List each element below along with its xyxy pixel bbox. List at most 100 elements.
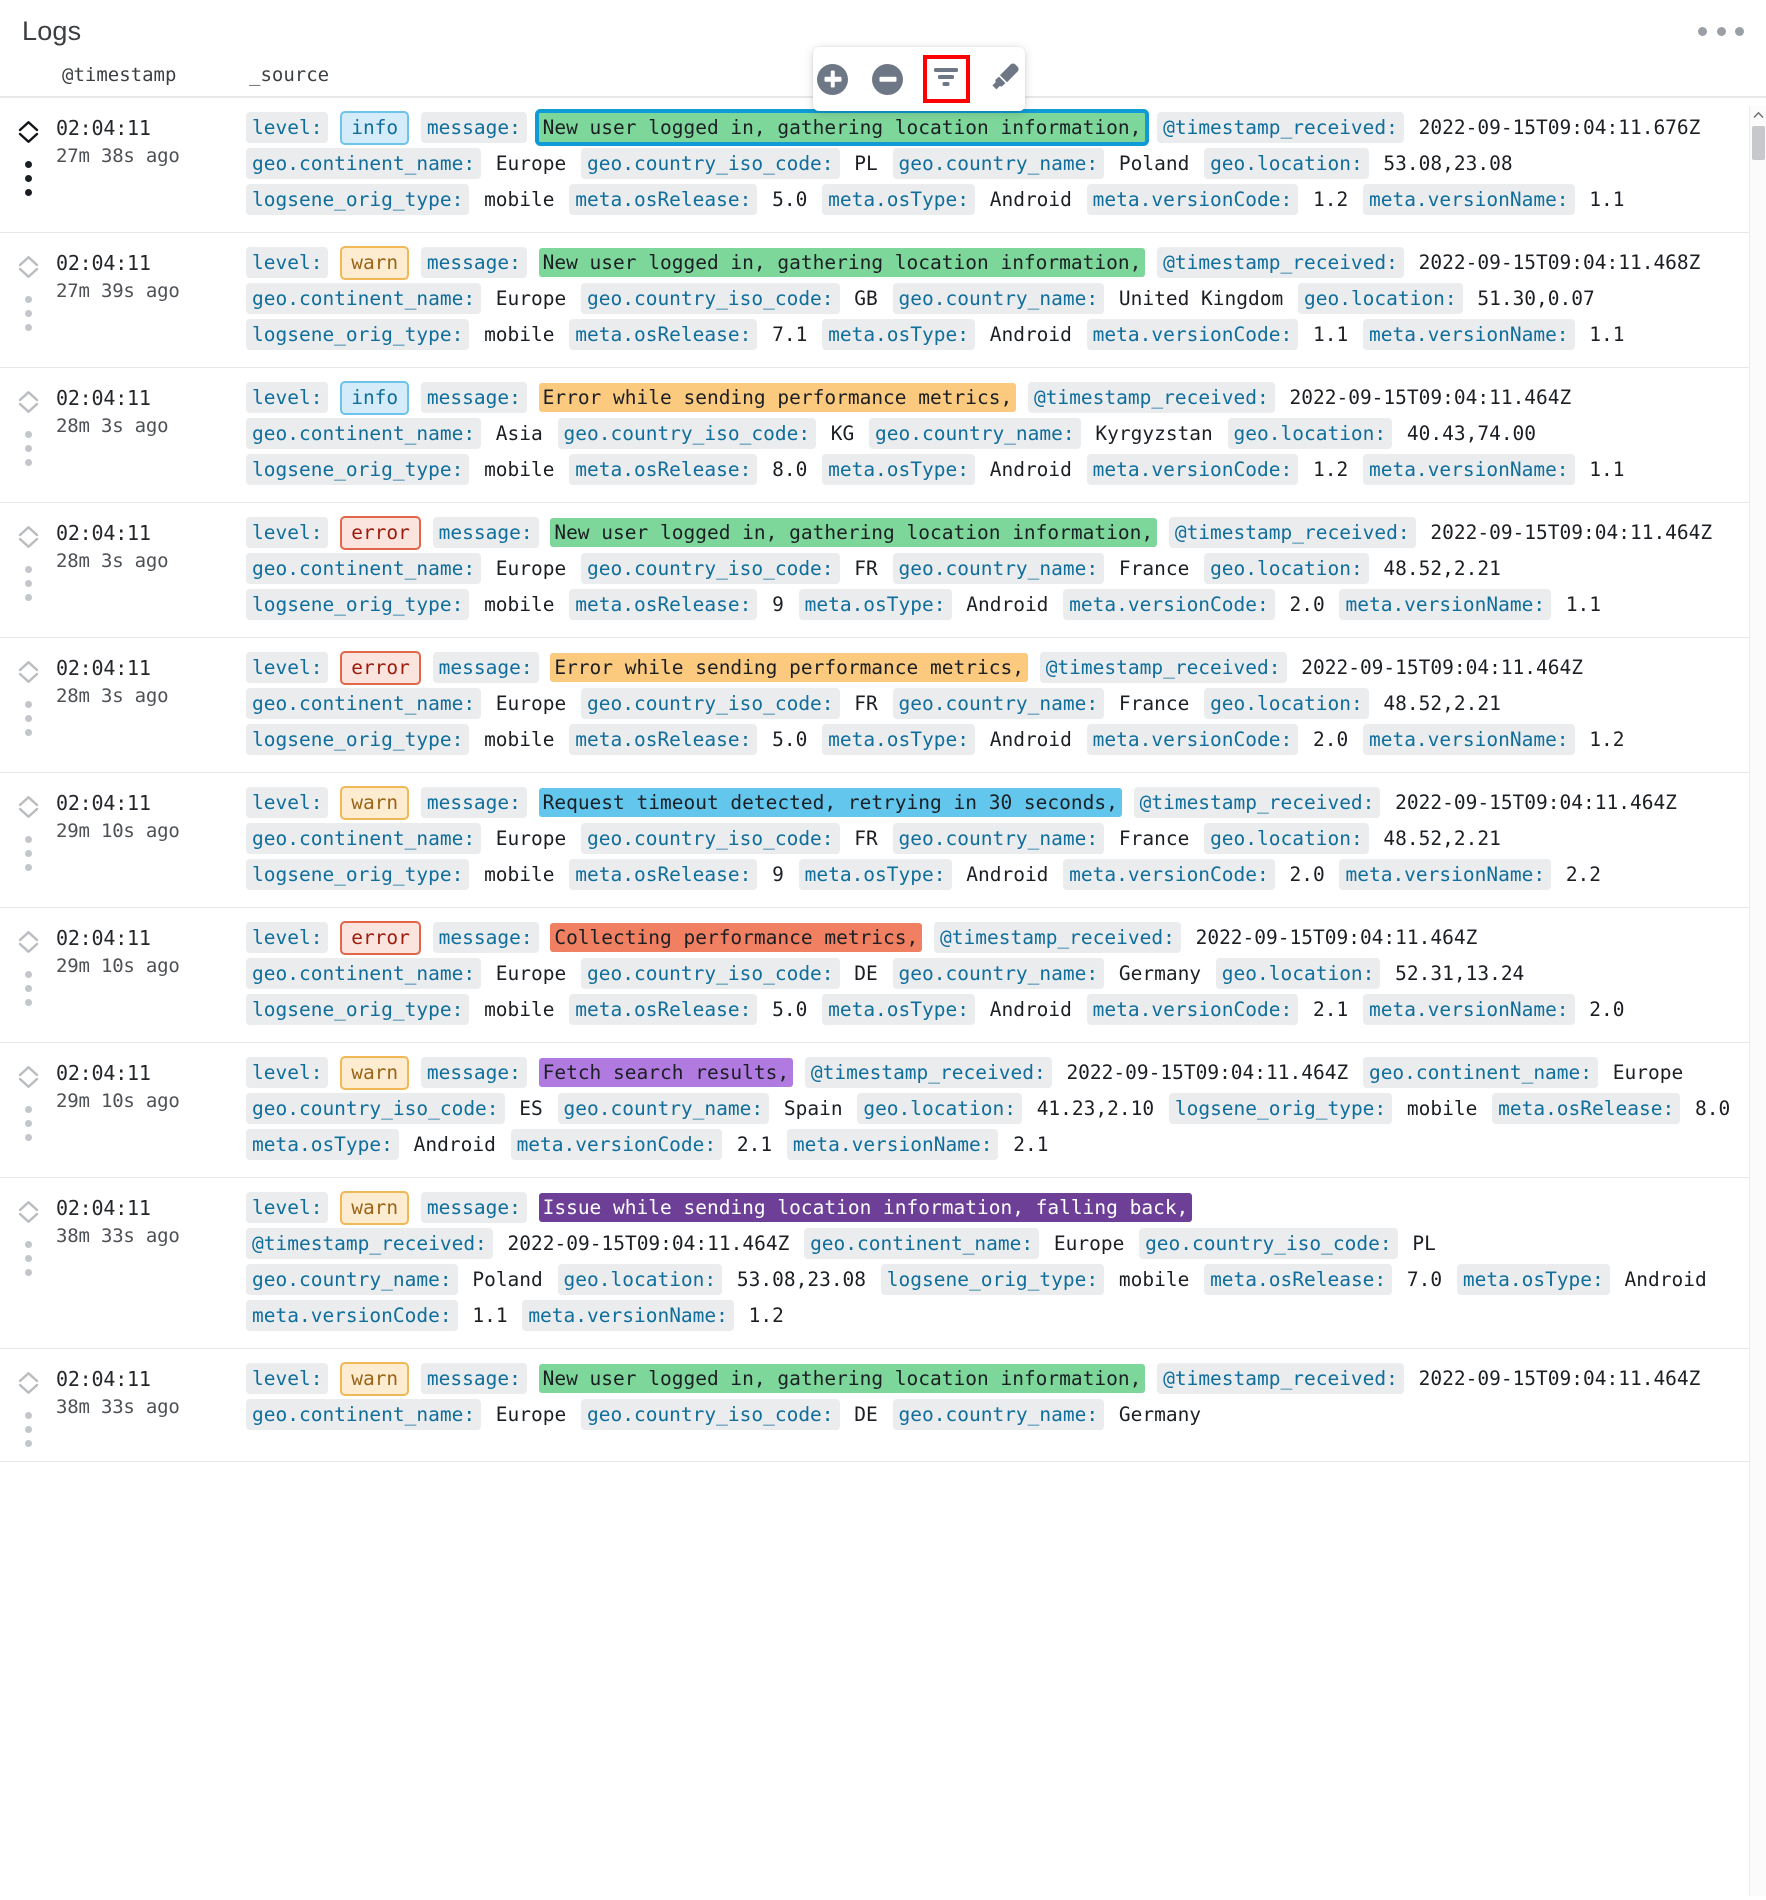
field-label[interactable]: meta.versionCode: — [510, 1129, 723, 1160]
row-expand-toggle[interactable] — [18, 1371, 39, 1395]
row-more-actions-button[interactable] — [24, 296, 32, 331]
field-label[interactable]: meta.versionName: — [1362, 724, 1575, 755]
table-row[interactable]: 02:04:11 27m 39s ago level: warn message: … — [0, 233, 1766, 368]
highlight-button[interactable] — [985, 59, 1025, 99]
field-label[interactable]: meta.versionName: — [1339, 589, 1552, 620]
field-label[interactable]: meta.osRelease: — [569, 184, 758, 215]
chevron-up-icon[interactable] — [18, 390, 39, 402]
chevron-down-icon[interactable] — [18, 537, 39, 549]
chevron-up-icon[interactable] — [18, 660, 39, 672]
field-label-level[interactable]: level: — [246, 652, 329, 683]
field-label-level[interactable]: level: — [246, 1192, 329, 1223]
field-label[interactable]: meta.osType: — [246, 1129, 399, 1160]
field-label[interactable]: geo.country_iso_code: — [581, 553, 840, 584]
field-label[interactable]: meta.versionCode: — [1086, 184, 1299, 215]
field-label[interactable]: logsene_orig_type: — [880, 1264, 1105, 1295]
field-label[interactable]: meta.osRelease: — [569, 994, 758, 1025]
row-expand-toggle[interactable] — [18, 120, 39, 144]
field-label[interactable]: geo.continent_name: — [246, 418, 482, 449]
field-label[interactable]: @timestamp_received: — [1039, 652, 1287, 683]
field-label[interactable]: geo.location: — [1204, 688, 1369, 719]
log-level-badge[interactable]: warn — [340, 786, 410, 820]
field-label[interactable]: geo.location: — [1297, 283, 1463, 314]
field-label[interactable]: meta.osRelease: — [569, 859, 758, 890]
table-row[interactable]: 02:04:11 38m 33s ago level: warn message: … — [0, 1349, 1766, 1462]
table-row[interactable]: 02:04:11 27m 38s ago level: info message: … — [0, 98, 1766, 233]
log-level-badge[interactable]: error — [340, 921, 421, 955]
field-label[interactable]: meta.osType: — [822, 319, 975, 350]
chevron-down-icon[interactable] — [18, 807, 39, 819]
chevron-down-icon[interactable] — [18, 1077, 39, 1089]
field-label[interactable]: @timestamp_received: — [804, 1057, 1052, 1088]
table-row[interactable]: 02:04:11 28m 3s ago level: error message: … — [0, 503, 1766, 638]
log-level-badge[interactable]: warn — [340, 246, 410, 280]
table-row[interactable]: 02:04:11 28m 3s ago level: error message: … — [0, 638, 1766, 773]
field-label[interactable]: meta.osType: — [822, 184, 975, 215]
row-expand-toggle[interactable] — [18, 1200, 39, 1224]
field-label[interactable]: logsene_orig_type: — [246, 589, 470, 620]
log-level-badge[interactable]: info — [340, 111, 410, 145]
scrollbar-thumb[interactable] — [1752, 126, 1765, 160]
panel-overflow-menu-button[interactable] — [1698, 22, 1744, 40]
chevron-up-icon[interactable] — [18, 525, 39, 537]
field-label[interactable]: geo.location: — [1227, 418, 1393, 449]
field-label[interactable]: meta.versionName: — [1362, 454, 1575, 485]
row-expand-toggle[interactable] — [18, 795, 39, 819]
field-label[interactable]: meta.versionCode: — [1086, 994, 1299, 1025]
field-label-message[interactable]: message: — [432, 517, 539, 548]
chevron-down-icon[interactable] — [18, 1212, 39, 1224]
chevron-down-icon[interactable] — [18, 267, 39, 279]
field-label[interactable]: geo.country_iso_code: — [246, 1093, 505, 1124]
filter-button[interactable] — [922, 55, 971, 103]
row-expand-toggle[interactable] — [18, 525, 39, 549]
field-label-message[interactable]: message: — [420, 1192, 527, 1223]
field-label-message[interactable]: message: — [420, 382, 527, 413]
field-label-level[interactable]: level: — [246, 1057, 329, 1088]
field-label[interactable]: geo.country_iso_code: — [581, 958, 840, 989]
chevron-down-icon[interactable] — [18, 942, 39, 954]
field-label[interactable]: geo.continent_name: — [1362, 1057, 1599, 1088]
log-message-highlight[interactable]: New user logged in, gathering location i… — [538, 248, 1146, 277]
field-label[interactable]: geo.continent_name: — [246, 823, 482, 854]
row-more-actions-button[interactable] — [24, 971, 32, 1006]
field-label[interactable]: meta.osType: — [1456, 1264, 1610, 1295]
log-message-highlight[interactable]: Error while sending performance metrics, — [550, 653, 1028, 682]
field-label[interactable]: logsene_orig_type: — [246, 184, 470, 215]
row-more-actions-button[interactable] — [24, 161, 32, 196]
field-label[interactable]: geo.location: — [857, 1093, 1022, 1124]
field-label[interactable]: @timestamp_received: — [1133, 787, 1381, 818]
field-label[interactable]: meta.osType: — [798, 589, 952, 620]
field-label[interactable]: logsene_orig_type: — [246, 994, 470, 1025]
field-label[interactable]: geo.continent_name: — [246, 148, 482, 179]
chevron-up-icon[interactable] — [18, 930, 39, 942]
row-more-actions-button[interactable] — [24, 1241, 32, 1276]
row-expand-toggle[interactable] — [18, 930, 39, 954]
field-label[interactable]: @timestamp_received: — [1157, 1363, 1404, 1394]
field-label[interactable]: @timestamp_received: — [1168, 517, 1416, 548]
field-label[interactable]: meta.versionName: — [786, 1129, 999, 1160]
field-label[interactable]: meta.versionName: — [1362, 994, 1575, 1025]
field-label[interactable]: @timestamp_received: — [1027, 382, 1275, 413]
chevron-up-icon[interactable] — [18, 1371, 39, 1383]
log-message-highlight[interactable]: New user logged in, gathering location i… — [538, 113, 1146, 142]
field-label[interactable]: geo.location: — [1215, 958, 1381, 989]
field-label[interactable]: meta.versionCode: — [1063, 859, 1275, 890]
chevron-up-icon[interactable] — [18, 255, 39, 267]
chevron-down-icon[interactable] — [18, 132, 39, 144]
field-label[interactable]: meta.versionCode: — [1063, 589, 1275, 620]
log-level-badge[interactable]: error — [340, 651, 421, 685]
log-message-highlight[interactable]: New user logged in, gathering location i… — [550, 518, 1158, 547]
field-label[interactable]: geo.continent_name: — [246, 1399, 482, 1430]
field-label-level[interactable]: level: — [246, 382, 329, 413]
chevron-up-icon[interactable] — [18, 1200, 39, 1212]
field-label-message[interactable]: message: — [420, 787, 527, 818]
log-message-highlight[interactable]: Request timeout detected, retrying in 30… — [538, 788, 1122, 817]
field-label[interactable]: geo.country_name: — [892, 958, 1105, 989]
field-label-message[interactable]: message: — [432, 922, 539, 953]
chevron-down-icon[interactable] — [18, 402, 39, 414]
field-label[interactable]: geo.location: — [1204, 553, 1369, 584]
column-header-source[interactable]: _source — [249, 64, 329, 86]
zoom-in-button[interactable] — [813, 59, 853, 99]
field-label[interactable]: logsene_orig_type: — [246, 454, 470, 485]
field-label[interactable]: @timestamp_received: — [1157, 247, 1404, 278]
